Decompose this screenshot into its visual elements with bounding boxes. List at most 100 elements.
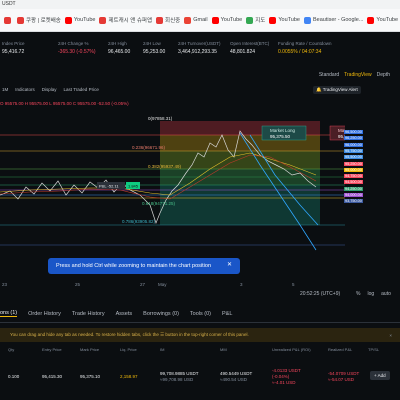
positions-table-header: Qty Entry Price Mark Price Liq. Price IM MM Un…	[0, 347, 400, 356]
bookmark-item[interactable]: 제트캐시 앤 슈퍼앱	[99, 16, 152, 24]
column-header: Entry Price	[42, 347, 62, 352]
price-axis-tag: 95,000.00	[344, 167, 363, 172]
tab-6[interactable]: P&L	[222, 311, 232, 317]
market-long-title: Market Long	[270, 128, 296, 133]
chart-clock: 20:52:25 (UTC+9)	[300, 291, 341, 297]
bookmark-label: 쿠팡 | 로켓배송	[26, 18, 61, 24]
price-axis-tag: 96,500.00	[344, 130, 363, 134]
zoom-hint-tooltip: Press and hold Ctrl while zooming to mai…	[48, 258, 240, 274]
bookmark-item[interactable]: 지도	[246, 16, 265, 24]
column-header: Mark Price	[80, 347, 100, 352]
time-axis-label: 23	[2, 282, 8, 287]
bookmark-item[interactable]: YouTube	[367, 16, 399, 24]
price-axis-tag: 93,750.00	[344, 199, 363, 204]
stat-label: Funding Rate / Countdown	[278, 41, 332, 46]
percent-scale-toggle[interactable]: %	[356, 291, 360, 297]
browser-tab-strip: USDT	[0, 0, 400, 9]
column-header: Unrealized P&L (ROI)	[272, 347, 311, 352]
bookmark-label: Gmail	[193, 17, 208, 23]
tab-4[interactable]: Borrowings (0)	[143, 311, 179, 317]
bookmark-item[interactable]: 회신중	[156, 16, 180, 24]
fib-label-0786: 0.786(93905.82)	[122, 219, 156, 224]
stat-value: 96,465.00	[108, 49, 131, 55]
tab-1[interactable]: Order History	[28, 311, 61, 317]
youtube-icon	[269, 16, 277, 24]
tab-5[interactable]: Tools (0)	[190, 311, 211, 317]
stat-value: 48,801.824	[230, 49, 256, 55]
stat-item: Index Price 95,416.72	[2, 41, 25, 55]
stat-item: Funding Rate / Countdown 0.0055% / 04:07:…	[278, 41, 332, 55]
tab-0[interactable]: ons (1)	[0, 310, 18, 317]
stat-value: 95,253.00	[143, 49, 166, 55]
tab-hint-banner: You can drag and hide any tab as needed.…	[0, 328, 400, 342]
tab-tradingview[interactable]: TradingView	[344, 72, 372, 78]
market-long-value: 95,375.50	[270, 134, 291, 139]
stat-label: 24H High	[108, 41, 127, 46]
browser-tab-title[interactable]: USDT	[2, 1, 16, 7]
mm-usd-value: ≈490.54 USD	[220, 377, 247, 382]
price-axis-tag: 95,750.00	[344, 148, 363, 153]
bookmark-label: YouTube	[376, 17, 399, 23]
bookmark-label: Beautiser - Google...	[312, 17, 364, 23]
message-icon	[156, 16, 164, 24]
chart-view-tabs: Standard TradingView Depth	[319, 72, 390, 78]
bookmark-item[interactable]: YouTube	[64, 16, 96, 24]
tab-depth[interactable]: Depth	[377, 72, 390, 78]
price-axis-tag: 94,250.00	[344, 186, 363, 191]
bookmark-label: YouTube	[73, 17, 96, 23]
stat-value: 95,416.72	[2, 49, 25, 55]
ohlc-readout: O 95575.00 H 95575.00 L 95575.00 C 95575…	[0, 101, 129, 106]
unrealized-pl-value: -4.0133 USDT	[272, 368, 301, 373]
realized-pl-value: -54.0709 USDT	[328, 371, 360, 376]
column-header: MM	[220, 347, 227, 352]
stat-item: 24H Change % -365.30 (-0.57%)	[58, 41, 96, 55]
stat-item: 24H High 96,465.00	[108, 41, 130, 55]
tab-2[interactable]: Trade History	[72, 311, 105, 317]
last-traded-price-selector[interactable]: Last Traded Price	[64, 87, 99, 92]
scale-options: % log auto	[356, 291, 391, 297]
mark-price-value: 95,375.10	[80, 374, 101, 379]
stat-label: 24H Change %	[58, 41, 89, 46]
price-axis-tag: 96,250.00	[344, 136, 363, 141]
close-icon[interactable]: ✕	[227, 261, 232, 268]
zoom-hint-text: Press and hold Ctrl while zooming to mai…	[56, 263, 211, 269]
indicators-button[interactable]: Indicators	[15, 87, 35, 92]
add-tpsl-button[interactable]: + Add	[370, 371, 390, 380]
interval-selector[interactable]: 1M	[2, 87, 8, 92]
bookmark-item[interactable]	[4, 16, 13, 24]
youtube-icon	[64, 16, 72, 24]
bookmark-item[interactable]: Beautiser - Google...	[303, 16, 364, 24]
time-axis-label: 25	[75, 282, 81, 287]
tab-standard[interactable]: Standard	[319, 72, 339, 78]
unrealized-roi-value: (-0.04%)	[272, 374, 290, 379]
unrealized-usd-value: ≈-4.01 USD	[272, 380, 296, 385]
bookmark-item[interactable]: 쿠팡 | 로켓배송	[17, 16, 61, 24]
tradingview-alert-button[interactable]: 🔔 TradingView Alert	[313, 86, 361, 94]
im-usd-value: ≈99,708.98 USD	[160, 377, 194, 382]
youtube-icon	[211, 16, 219, 24]
bookmark-item[interactable]: Gmail	[184, 16, 208, 24]
close-icon[interactable]: ×	[389, 333, 392, 338]
market-stats-bar: Index Price 95,416.72 24H Change % -365.30 …	[0, 36, 400, 64]
bookmark-item[interactable]: YouTube	[211, 16, 242, 24]
stat-label: 24H Low	[143, 41, 161, 46]
bookmark-item[interactable]: YouTube	[269, 16, 300, 24]
display-button[interactable]: Display	[42, 87, 57, 92]
stat-value: -365.30 (-0.57%)	[58, 49, 96, 55]
stat-item: 24H Turnover(USDT) 3,464,912,293.35	[178, 41, 221, 55]
stat-label: Index Price	[2, 41, 25, 46]
bookmark-label: YouTube	[278, 17, 300, 23]
fib-label-0: 0(97858.31)	[148, 116, 173, 121]
realized-usd-value: ≈-54.07 USD	[328, 377, 354, 382]
bookmark-label: 제트캐시 앤 슈퍼앱	[108, 18, 153, 24]
column-header: Qty	[8, 347, 15, 352]
column-header: IM	[160, 347, 165, 352]
price-axis-tag: 94,000.00	[344, 193, 363, 197]
tab-hint-text: You can drag and hide any tab as needed.…	[10, 332, 249, 337]
stat-label: 24H Turnover(USDT)	[178, 41, 221, 46]
auto-scale-toggle[interactable]: auto	[381, 291, 391, 297]
gmail-icon	[184, 16, 192, 24]
qty-value: 0.100	[8, 374, 20, 379]
tab-3[interactable]: Assets	[116, 311, 133, 317]
log-scale-toggle[interactable]: log	[367, 291, 374, 297]
